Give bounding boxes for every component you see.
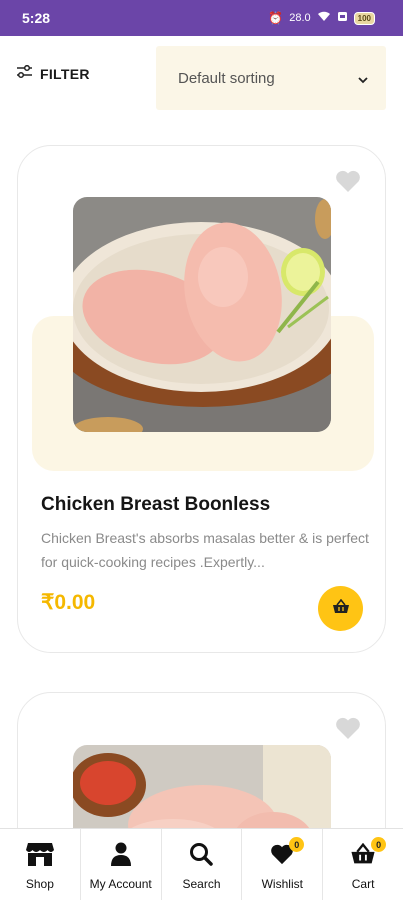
wishlist-badge: 0	[289, 837, 305, 852]
nav-label: Search	[182, 877, 221, 891]
product-card[interactable]: Chicken Breast Boonless Chicken Breast's…	[17, 145, 386, 653]
heart-icon[interactable]	[335, 170, 361, 197]
status-icons: ⏰ 28.0 100	[268, 11, 375, 25]
nav-label: Shop	[25, 877, 54, 891]
toolbar: FILTER Default sorting	[0, 46, 403, 110]
filter-label: FILTER	[40, 65, 90, 82]
nav-label: Wishlist	[261, 877, 303, 891]
product-image[interactable]	[73, 197, 331, 432]
product-price: ₹0.00	[41, 591, 96, 614]
search-icon	[189, 841, 214, 867]
nav-item-my-account[interactable]: My Account	[81, 829, 162, 900]
nav-item-wishlist[interactable]: 0 Wishlist	[242, 829, 324, 900]
store-icon	[25, 841, 55, 867]
chevron-down-icon	[358, 69, 368, 88]
sort-select[interactable]: Default sorting	[156, 46, 386, 110]
filter-button[interactable]: FILTER	[16, 64, 90, 83]
basket-icon	[332, 598, 350, 618]
product-description: Chicken Breast's absorbs masalas better …	[41, 530, 369, 570]
bottom-nav: Shop My Account Search 0 Wishlist 0 Cart	[0, 828, 403, 900]
nav-label: Cart	[351, 877, 375, 891]
product-title[interactable]: Chicken Breast Boonless	[41, 494, 270, 516]
basket-icon: 0	[350, 837, 387, 867]
nav-item-cart[interactable]: 0 Cart	[323, 829, 403, 900]
battery-indicator: 100	[353, 11, 375, 25]
wifi-icon	[317, 11, 331, 25]
cart-badge: 0	[371, 837, 387, 852]
network-speed: 28.0	[289, 12, 311, 24]
heart-icon: 0	[270, 837, 305, 867]
user-icon	[110, 841, 132, 867]
nav-label: My Account	[89, 877, 152, 891]
heart-icon[interactable]	[335, 717, 361, 744]
nav-item-shop[interactable]: Shop	[0, 829, 81, 900]
status-time: 5:28	[22, 10, 51, 26]
sliders-icon	[16, 64, 33, 83]
add-to-cart-button[interactable]	[318, 586, 363, 631]
nav-item-search[interactable]: Search	[162, 829, 243, 900]
sim-icon	[337, 11, 348, 25]
sort-value: Default sorting	[178, 69, 275, 87]
status-bar: 5:28 ⏰ 28.0 100	[0, 0, 403, 36]
alarm-icon: ⏰	[268, 11, 284, 25]
